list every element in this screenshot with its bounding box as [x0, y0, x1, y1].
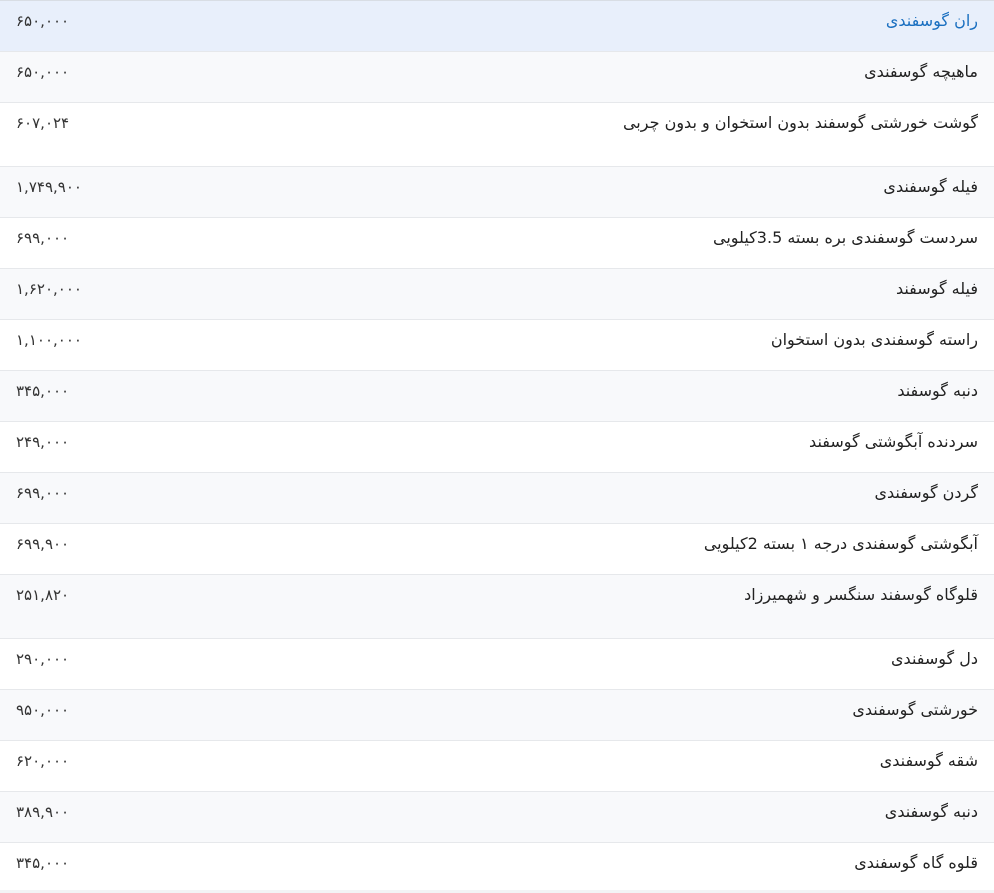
- table-row: دنبه گوسفند ۳۴۵,۰۰۰: [0, 370, 994, 422]
- table-row: دنبه گوسفندی ۳۸۹,۹۰۰: [0, 791, 994, 843]
- table-row: قلوگاه گوسفند سنگسر و شهمیرزاد ۲۵۱,۸۲۰: [0, 574, 994, 639]
- item-price: ۲۵۱,۸۲۰: [16, 586, 70, 604]
- item-price: ۶۲۰,۰۰۰: [16, 752, 70, 770]
- item-name[interactable]: ران گوسفندی: [192, 1, 994, 52]
- item-price: ۳۸۹,۹۰۰: [16, 803, 70, 821]
- item-name[interactable]: سردست گوسفندی بره بسته 3.5کیلویی: [192, 218, 994, 269]
- item-price: ۳۴۵,۰۰۰: [16, 854, 70, 872]
- item-price: ۹۵۰,۰۰۰: [16, 701, 70, 719]
- item-price: ۶۰۷,۰۲۴: [16, 114, 70, 132]
- item-name[interactable]: شقه گوسفندی: [192, 741, 994, 792]
- item-name[interactable]: ماهیچه گوسفندی: [192, 52, 994, 103]
- table-row: راسته گوسفندی بدون استخوان ۱,۱۰۰,۰۰۰: [0, 319, 994, 371]
- item-price: ۱,۱۰۰,۰۰۰: [16, 331, 82, 349]
- table-row: شقه گوسفندی ۶۲۰,۰۰۰: [0, 740, 994, 792]
- item-name[interactable]: دل گوسفندی: [192, 639, 994, 690]
- table-row: قلوه گاه گوسفندی ۳۴۵,۰۰۰: [0, 842, 994, 893]
- table-row: سردست گوسفندی بره بسته 3.5کیلویی ۶۹۹,۰۰۰: [0, 217, 994, 269]
- item-price: ۱,۶۲۰,۰۰۰: [16, 280, 82, 298]
- item-name[interactable]: گردن گوسفندی: [192, 473, 994, 524]
- table-row: ماهیچه گوسفندی ۶۵۰,۰۰۰: [0, 51, 994, 103]
- item-price: ۳۴۵,۰۰۰: [16, 382, 70, 400]
- item-price: ۱,۷۴۹,۹۰۰: [16, 178, 82, 196]
- item-price: ۶۹۹,۰۰۰: [16, 229, 70, 247]
- item-price: ۲۴۹,۰۰۰: [16, 433, 70, 451]
- item-price: ۲۹۰,۰۰۰: [16, 650, 70, 668]
- item-name[interactable]: دنبه گوسفندی: [192, 792, 994, 843]
- item-price: ۶۹۹,۰۰۰: [16, 484, 70, 502]
- item-name[interactable]: فیله گوسفند: [192, 269, 994, 320]
- item-name[interactable]: سردنده آبگوشتی گوسفند: [192, 422, 994, 473]
- price-table: ران گوسفندی ۶۵۰,۰۰۰ ماهیچه گوسفندی ۶۵۰,۰…: [0, 0, 994, 893]
- table-row: گوشت خورشتی گوسفند بدون استخوان و بدون چ…: [0, 102, 994, 167]
- table-row: خورشتی گوسفندی ۹۵۰,۰۰۰: [0, 689, 994, 741]
- item-price: ۶۹۹,۹۰۰: [16, 535, 70, 553]
- item-name[interactable]: خورشتی گوسفندی: [192, 690, 994, 741]
- item-name[interactable]: آبگوشتی گوسفندی درجه ۱ بسته 2کیلویی: [192, 524, 994, 575]
- item-name[interactable]: قلوگاه گوسفند سنگسر و شهمیرزاد: [192, 575, 994, 639]
- item-price: ۶۵۰,۰۰۰: [16, 63, 70, 81]
- table-row: ران گوسفندی ۶۵۰,۰۰۰: [0, 0, 994, 52]
- item-name[interactable]: قلوه گاه گوسفندی: [192, 843, 994, 893]
- item-price: ۶۵۰,۰۰۰: [16, 12, 70, 30]
- table-row: فیله گوسفند ۱,۶۲۰,۰۰۰: [0, 268, 994, 320]
- item-name[interactable]: گوشت خورشتی گوسفند بدون استخوان و بدون چ…: [192, 103, 994, 167]
- table-row: دل گوسفندی ۲۹۰,۰۰۰: [0, 638, 994, 690]
- table-row: فیله گوسفندی ۱,۷۴۹,۹۰۰: [0, 166, 994, 218]
- item-name[interactable]: راسته گوسفندی بدون استخوان: [192, 320, 994, 371]
- item-name[interactable]: فیله گوسفندی: [192, 167, 994, 218]
- table-row: سردنده آبگوشتی گوسفند ۲۴۹,۰۰۰: [0, 421, 994, 473]
- item-name[interactable]: دنبه گوسفند: [192, 371, 994, 422]
- table-row: گردن گوسفندی ۶۹۹,۰۰۰: [0, 472, 994, 524]
- table-row: آبگوشتی گوسفندی درجه ۱ بسته 2کیلویی ۶۹۹,…: [0, 523, 994, 575]
